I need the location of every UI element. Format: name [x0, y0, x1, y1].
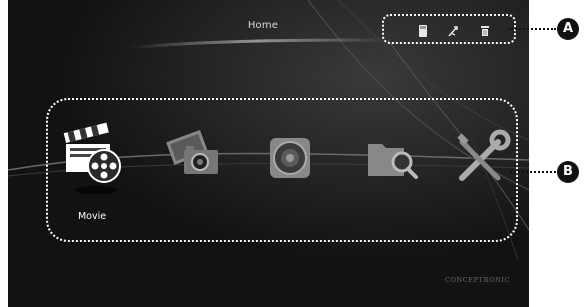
menu-item-label: Movie [77, 211, 107, 222]
callout-b-line [510, 171, 556, 173]
brand-logo: CONCEPTRONIC [445, 276, 511, 284]
file-browser-icon [368, 144, 418, 179]
menu-item-movie[interactable] [56, 122, 126, 198]
memory-card-icon[interactable] [416, 24, 430, 38]
movie-icon [63, 122, 121, 194]
menu-item-file-browser[interactable] [358, 122, 428, 198]
usb-icon[interactable] [446, 24, 460, 38]
trash-icon[interactable] [478, 24, 492, 38]
page-title: Home [247, 20, 279, 31]
music-icon [270, 138, 310, 178]
top-toolbar [382, 14, 516, 44]
menu-item-settings[interactable] [448, 122, 518, 198]
settings-icon [457, 129, 511, 181]
media-player-home-screen: Home Movie CONCEPTRONIC [8, 0, 529, 307]
menu-item-photo[interactable] [156, 122, 226, 198]
photo-icon [166, 130, 218, 174]
callout-a: A [557, 18, 579, 40]
callout-b: B [557, 161, 579, 183]
menu-item-music[interactable] [256, 122, 326, 198]
callout-a-line [508, 28, 556, 30]
